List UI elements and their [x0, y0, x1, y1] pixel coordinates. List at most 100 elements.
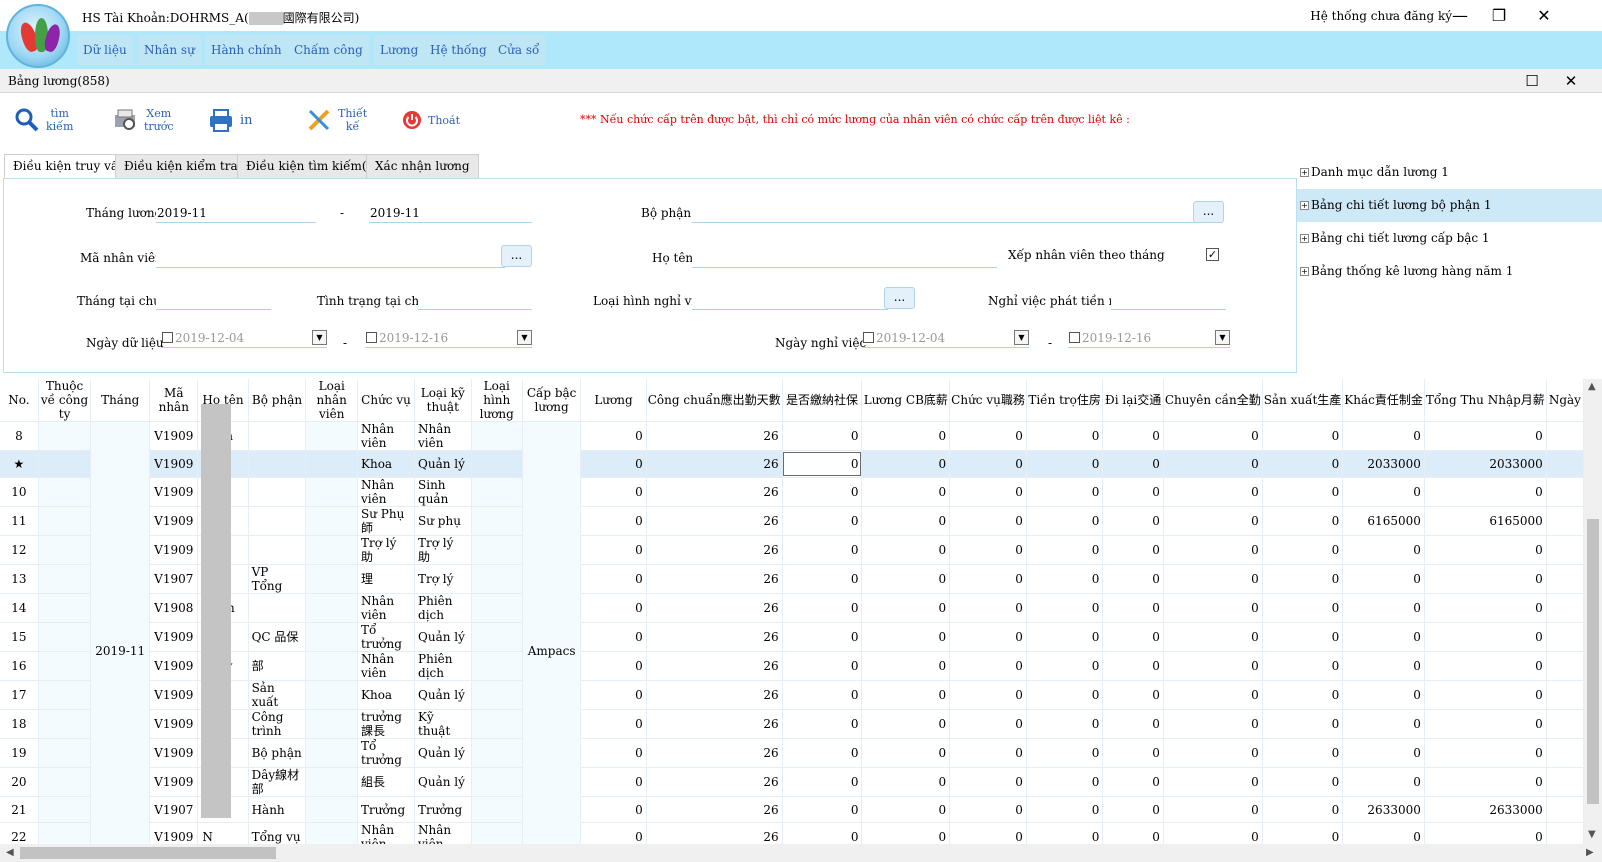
expand-icon[interactable]: +	[1300, 201, 1309, 210]
amount-cell-cong[interactable]: 26	[646, 506, 783, 536]
amount-cell-tong[interactable]: 2033000	[1424, 450, 1547, 478]
expand-icon[interactable]: +	[1300, 267, 1309, 276]
tech-type-cell[interactable]: Sinh quản	[414, 477, 472, 507]
amount-cell-tong[interactable]: 0	[1424, 421, 1547, 451]
amount-cell-cong[interactable]: 26	[646, 767, 783, 797]
expand-icon[interactable]: +	[1300, 234, 1309, 243]
amount-cell-bh[interactable]: 0	[782, 822, 863, 844]
amount-cell-khac[interactable]: 0	[1342, 822, 1425, 844]
column-header[interactable]: Tổng Thu Nhập月薪	[1424, 379, 1547, 422]
menu-administration[interactable]: Hành chính	[205, 35, 288, 65]
table-row[interactable]: 20V1909ĐDây線材 部組長Quản lý026000000000	[0, 767, 1584, 797]
employee-name-cell[interactable]: N	[197, 822, 249, 844]
amount-cell-cc[interactable]: 0	[1163, 709, 1263, 739]
employee-code-cell[interactable]: V1909	[149, 535, 199, 565]
amount-cell-bh[interactable]: 0	[782, 651, 863, 681]
position-cell[interactable]: Tổ trưởng	[357, 738, 416, 768]
amount-cell-tong[interactable]: 2633000	[1424, 796, 1547, 824]
amount-cell-cc[interactable]: 0	[1163, 680, 1263, 710]
employee-type-cell[interactable]	[305, 796, 359, 824]
amount-cell-cv[interactable]: 0	[949, 421, 1027, 451]
tech-type-cell[interactable]: Trợ lý 助	[414, 535, 472, 565]
amount-cell-khac[interactable]: 2633000	[1342, 796, 1425, 824]
amount-cell-tro[interactable]: 0	[1026, 767, 1104, 797]
amount-cell-cc[interactable]: 0	[1163, 450, 1263, 478]
company-cell[interactable]	[38, 680, 92, 710]
amount-cell-cc[interactable]: 0	[1163, 593, 1263, 623]
column-header[interactable]: 是否繳納社保	[782, 379, 863, 422]
date-cell[interactable]	[1546, 421, 1584, 451]
amount-cell-sx[interactable]: 0	[1262, 477, 1344, 507]
employee-type-cell[interactable]	[305, 506, 359, 536]
menu-attendance[interactable]: Chấm công	[288, 35, 369, 65]
tech-type-cell[interactable]: Quản lý	[414, 680, 472, 710]
amount-cell-cong[interactable]: 26	[646, 477, 783, 507]
chevron-down-icon[interactable]: ▼	[1215, 330, 1230, 345]
amount-cell-luong[interactable]: 0	[580, 651, 647, 681]
date-cell[interactable]	[1546, 796, 1584, 824]
amount-cell-tro[interactable]: 0	[1026, 421, 1104, 451]
position-cell[interactable]: Trưởng	[357, 796, 416, 824]
amount-cell-cv[interactable]: 0	[949, 535, 1027, 565]
amount-cell-luong[interactable]: 0	[580, 738, 647, 768]
amount-cell-luong[interactable]: 0	[580, 593, 647, 623]
data-date-from-picker[interactable]: 2019-12-04 ▼	[161, 329, 327, 348]
date-cell[interactable]	[1546, 651, 1584, 681]
row-number-cell[interactable]: 22	[0, 822, 39, 844]
amount-cell-sx[interactable]: 0	[1262, 822, 1344, 844]
amount-cell-cc[interactable]: 0	[1163, 767, 1263, 797]
column-header[interactable]: Sản xuất生產	[1262, 379, 1344, 422]
amount-cell-sx[interactable]: 0	[1262, 622, 1344, 652]
subwindow-close-button[interactable]: ✕	[1559, 70, 1583, 92]
amount-cell-tong[interactable]: 0	[1424, 680, 1547, 710]
amount-cell-luong[interactable]: 0	[580, 564, 647, 594]
date-cell[interactable]	[1546, 564, 1584, 594]
company-cell[interactable]	[38, 709, 92, 739]
amount-cell-khac[interactable]: 2033000	[1342, 450, 1425, 478]
tech-type-cell[interactable]: Nhân viên	[414, 822, 472, 844]
amount-cell-cc[interactable]: 0	[1163, 506, 1263, 536]
position-cell[interactable]: Khoa	[357, 680, 416, 710]
table-row[interactable]: 10V1909NNhân viênSinh quản026000000000	[0, 477, 1584, 507]
tech-type-cell[interactable]: Trợ lý	[414, 564, 472, 594]
amount-cell-bh[interactable]: 0	[782, 421, 863, 451]
amount-cell-cb[interactable]: 0	[861, 738, 951, 768]
name-input[interactable]	[692, 248, 997, 268]
employee-code-cell[interactable]: V1907	[149, 564, 199, 594]
row-number-cell[interactable]: 20	[0, 767, 39, 797]
amount-cell-khac[interactable]: 0	[1342, 477, 1425, 507]
data-date-to-checkbox[interactable]	[366, 332, 377, 343]
amount-cell-dl[interactable]: 0	[1102, 738, 1164, 768]
subwindow-maximize-button[interactable]: ☐	[1520, 70, 1544, 92]
employee-code-cell[interactable]: V1909	[149, 477, 199, 507]
amount-cell-luong[interactable]: 0	[580, 796, 647, 824]
amount-cell-bh[interactable]: 0	[782, 450, 863, 478]
row-number-cell[interactable]: 8	[0, 421, 39, 451]
column-header[interactable]: Loại kỹ thuật	[414, 379, 472, 422]
amount-cell-luong[interactable]: 0	[580, 506, 647, 536]
company-cell[interactable]	[38, 767, 92, 797]
column-header[interactable]: Chức vụ職務	[949, 379, 1027, 422]
amount-cell-luong[interactable]: 0	[580, 822, 647, 844]
report-item-department-detail[interactable]: + Bảng chi tiết lương bộ phận 1	[1297, 189, 1602, 222]
amount-cell-tong[interactable]: 6165000	[1424, 506, 1547, 536]
amount-cell-dl[interactable]: 0	[1102, 796, 1164, 824]
column-header[interactable]: Ngày	[1546, 379, 1584, 422]
tech-type-cell[interactable]: Nhân viên	[414, 421, 472, 451]
amount-cell-cong[interactable]: 26	[646, 709, 783, 739]
salary-type-cell[interactable]	[471, 450, 523, 478]
salary-grade-cell[interactable]: Ampacs	[522, 421, 582, 844]
department-cell[interactable]: Sản xuất	[248, 680, 307, 710]
amount-cell-khac[interactable]: 0	[1342, 738, 1425, 768]
amount-cell-tro[interactable]: 0	[1026, 535, 1104, 565]
amount-cell-cc[interactable]: 0	[1163, 477, 1263, 507]
chevron-down-icon[interactable]: ▼	[312, 330, 327, 345]
tech-type-cell[interactable]: Phiên dịch	[414, 651, 472, 681]
table-row[interactable]: 21V1907HHànhTrưởngTrưởng0260000000263300…	[0, 796, 1584, 824]
employee-type-cell[interactable]	[305, 767, 359, 797]
amount-cell-tong[interactable]: 0	[1424, 535, 1547, 565]
company-cell[interactable]	[38, 593, 92, 623]
amount-cell-tong[interactable]: 0	[1424, 651, 1547, 681]
amount-cell-sx[interactable]: 0	[1262, 593, 1344, 623]
amount-cell-bh[interactable]: 0	[782, 680, 863, 710]
